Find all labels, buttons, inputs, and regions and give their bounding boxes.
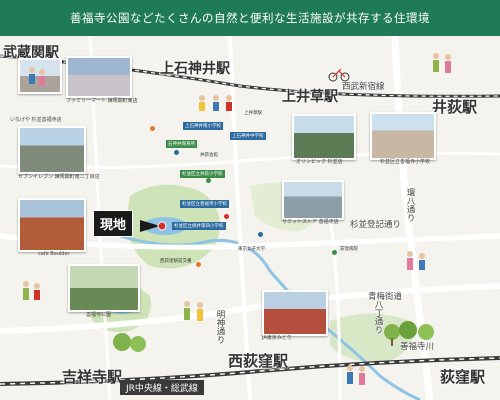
photo-familymart: [66, 56, 132, 98]
photo-caption: いなげや 杉並善福寺店: [10, 117, 62, 123]
tree-illustration: [113, 333, 146, 352]
facility-label: 上石神井南小学校: [183, 122, 223, 130]
photo-caption: 杉並区立善福寺小学校: [380, 159, 431, 165]
people-illustration: [199, 95, 232, 111]
photo-summit: [282, 180, 344, 220]
facility-label: 上石神井中学校: [230, 132, 266, 140]
facility-label: 杉並区立井荻小学校: [180, 170, 225, 178]
facility-pin: [206, 178, 211, 183]
photo-ja-tokyo-midori: [262, 290, 328, 336]
facility-pin: [196, 262, 201, 267]
facility-label: 東京女子大学: [238, 247, 265, 252]
facility-pin: [224, 214, 229, 219]
facility-pin: [150, 126, 155, 131]
photo-caption: 善福寺公園: [86, 312, 112, 318]
people-illustration: [407, 251, 425, 270]
road-label-meiji-dori: 明神通り: [215, 310, 225, 344]
station-nishiogikubo: 西荻窪駅: [228, 352, 289, 370]
photo-caption: オリンピック 杉並店: [296, 159, 343, 165]
people-illustration: [347, 365, 365, 385]
photo-caption: ファミリーマート 練馬関町東店: [66, 98, 138, 104]
photo-caption: サミットストア 善福寺店: [282, 219, 339, 225]
facility-pin: [174, 150, 179, 155]
photo-seven-eleven: [18, 126, 86, 174]
road-label-hachi-dori: 八丁通り: [373, 300, 383, 334]
station-ogikubo: 荻窪駅: [440, 368, 486, 386]
people-illustration: [23, 281, 40, 300]
photo-zenpukuji-park: [68, 264, 140, 312]
people-illustration: [433, 53, 451, 73]
road-label-suginami-toki: 杉並登記通り: [350, 220, 402, 230]
photo-cafe: [18, 198, 86, 252]
people-illustration: [29, 67, 45, 86]
page-title-banner: 善福寺公園などたくさんの自然と便利な生活施設が共存する住環境: [0, 0, 500, 36]
facility-label: 石神井保育所: [166, 140, 197, 148]
facility-label: 西荻窪駅前交番: [160, 259, 192, 264]
station-kichijoji: 吉祥寺駅: [62, 368, 123, 386]
station-kamiigusa: 上井草駅: [282, 89, 338, 105]
road-label-kan8: 環八通り: [405, 188, 415, 222]
current-site-label: 現地: [93, 210, 134, 237]
photo-caption: JA東京みどり: [262, 335, 292, 341]
facility-label: 杉並区立善福寺小学校: [180, 200, 229, 208]
facility-label: 井荻会館: [200, 153, 218, 158]
bicycle-illustration: [328, 68, 350, 82]
photo-school: [370, 112, 436, 160]
station-kamishakujii: 上石神井駅: [160, 61, 230, 77]
rail-label-jr-chuo: JR中央線・総武線: [120, 380, 204, 395]
facility-label: 荻窪病院: [340, 247, 358, 252]
photo-olympic: [292, 114, 356, 160]
here-dot: [157, 221, 167, 231]
station-iogi: 井荻駅: [432, 98, 478, 116]
photo-caption: cafe Boulder: [38, 251, 70, 257]
tree-illustration: [384, 321, 434, 346]
photo-caption: セブンイレブン 練馬関町南二丁目店: [18, 174, 100, 180]
facility-pin: [332, 250, 337, 255]
facility-label: 上井草駅: [244, 111, 262, 116]
people-illustration: [184, 301, 203, 321]
facility-pin: [258, 232, 263, 237]
facility-label: 杉並区立桃井第四小学校: [172, 222, 226, 230]
